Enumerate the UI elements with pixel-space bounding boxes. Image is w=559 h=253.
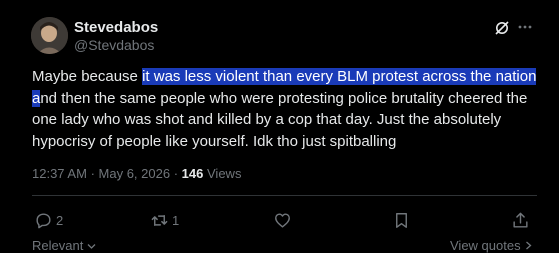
post-date[interactable]: May 6, 2026 <box>99 166 171 181</box>
chevron-down-icon <box>87 244 96 249</box>
post-text-start: Maybe because <box>32 68 143 85</box>
post-meta: 12:37 AM · May 6, 2026 · 146 Views <box>32 166 241 181</box>
meta-separator: · <box>173 166 179 181</box>
reply-count: 2 <box>56 212 64 228</box>
like-button[interactable] <box>273 205 292 235</box>
sort-relevant-label: Relevant <box>32 238 84 253</box>
display-name[interactable]: Stevedabos <box>74 19 158 36</box>
post-text: Maybe because it was less violent than e… <box>32 66 537 152</box>
reply-button[interactable]: 2 <box>34 205 63 235</box>
view-quotes-label: View quotes <box>450 238 521 253</box>
views-count[interactable]: 146 <box>182 166 204 181</box>
bookmark-icon <box>396 212 407 228</box>
share-button[interactable] <box>511 205 530 235</box>
repost-icon <box>151 214 168 226</box>
heart-icon <box>275 212 290 228</box>
post-text-end: nd then the same people who were protest… <box>32 89 528 150</box>
bookmark-button[interactable] <box>392 205 411 235</box>
views-label: Views <box>207 166 242 181</box>
grok-icon[interactable] <box>494 20 510 36</box>
reply-icon <box>36 212 51 228</box>
repost-count: 1 <box>172 212 180 228</box>
avatar[interactable] <box>31 17 68 54</box>
sort-relevant-button[interactable]: Relevant <box>32 238 96 253</box>
share-icon <box>513 212 528 228</box>
repost-button[interactable]: 1 <box>150 205 179 235</box>
chevron-right-icon <box>526 241 532 250</box>
view-quotes-link[interactable]: View quotes <box>450 238 533 253</box>
post: Stevedabos @Stevdabos Maybe because it w… <box>0 0 559 253</box>
handle[interactable]: @Stevdabos <box>74 37 154 53</box>
meta-separator: · <box>90 166 95 181</box>
more-icon[interactable] <box>517 19 533 40</box>
avatar-image <box>31 17 68 54</box>
action-bar: 2 1 <box>0 205 559 235</box>
post-time[interactable]: 12:37 AM <box>32 166 87 181</box>
divider <box>32 195 537 196</box>
